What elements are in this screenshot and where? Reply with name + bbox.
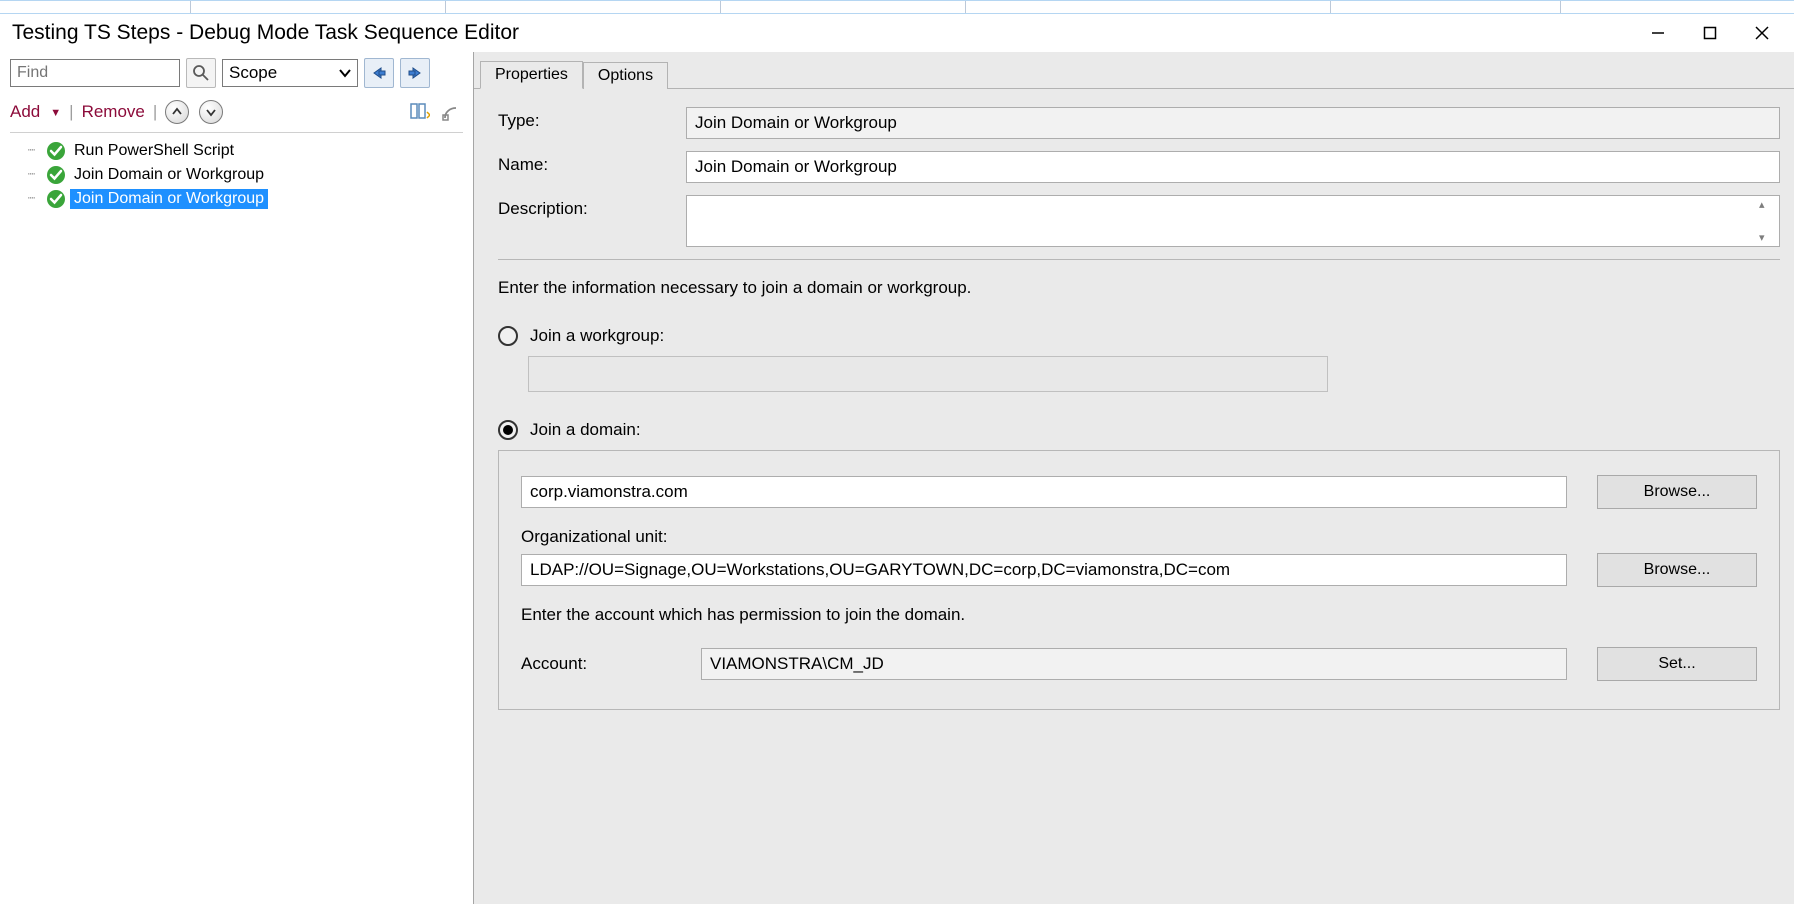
- add-menu[interactable]: Add: [10, 102, 40, 122]
- divider: [498, 259, 1780, 260]
- account-label: Account:: [521, 654, 671, 674]
- info-text: Enter the information necessary to join …: [498, 278, 1780, 298]
- title-bar: Testing TS Steps - Debug Mode Task Seque…: [0, 14, 1794, 52]
- tree-item[interactable]: ┈ Run PowerShell Script: [12, 139, 461, 163]
- chevron-down-icon: [205, 106, 217, 118]
- account-value: VIAMONSTRA\CM_JD: [701, 648, 1567, 680]
- join-domain-label: Join a domain:: [530, 420, 641, 440]
- column-config-icon[interactable]: [409, 101, 431, 123]
- window-title: Testing TS Steps - Debug Mode Task Seque…: [0, 21, 1632, 45]
- scrollbar-icon[interactable]: ▴▾: [1759, 198, 1777, 244]
- chevron-up-icon: [171, 106, 183, 118]
- move-down-button[interactable]: [199, 100, 223, 124]
- workgroup-input: [528, 356, 1328, 392]
- success-check-icon: [46, 165, 66, 185]
- remove-button[interactable]: Remove: [82, 102, 145, 122]
- upper-toolbar-peek: [0, 0, 1794, 14]
- tree-connector-icon: ┈: [18, 167, 46, 181]
- tab-properties[interactable]: Properties: [480, 61, 583, 89]
- browse-ou-button[interactable]: Browse...: [1597, 553, 1757, 587]
- radio-unchecked-icon: [498, 326, 518, 346]
- description-input[interactable]: ▴▾: [686, 195, 1780, 247]
- add-menu-caret-icon: ▼: [50, 107, 61, 119]
- success-check-icon: [46, 189, 66, 209]
- tree-item-label: Run PowerShell Script: [70, 141, 238, 161]
- set-account-button[interactable]: Set...: [1597, 647, 1757, 681]
- type-label: Type:: [498, 107, 686, 131]
- domain-name-input[interactable]: [521, 476, 1567, 508]
- tree-item-label: Join Domain or Workgroup: [70, 189, 268, 209]
- chevron-down-icon: [339, 67, 351, 79]
- maximize-button[interactable]: [1684, 17, 1736, 49]
- tree-item-label: Join Domain or Workgroup: [70, 165, 268, 185]
- account-info-text: Enter the account which has permission t…: [521, 605, 1757, 625]
- join-domain-radio[interactable]: Join a domain:: [498, 420, 1780, 440]
- type-value: Join Domain or Workgroup: [686, 107, 1780, 139]
- join-workgroup-radio[interactable]: Join a workgroup:: [498, 326, 1780, 346]
- tree-connector-icon: ┈: [18, 143, 46, 157]
- tree-connector-icon: ┈: [18, 191, 46, 205]
- tree-item[interactable]: ┈ Join Domain or Workgroup: [12, 163, 461, 187]
- domain-settings-group: Browse... Organizational unit: Browse...…: [498, 450, 1780, 710]
- join-workgroup-label: Join a workgroup:: [530, 326, 664, 346]
- task-sequence-tree[interactable]: ┈ Run PowerShell Script ┈ Join Domain or…: [10, 132, 463, 217]
- nav-next-button[interactable]: [400, 58, 430, 88]
- nav-prev-button[interactable]: [364, 58, 394, 88]
- ou-label: Organizational unit:: [521, 527, 1757, 547]
- move-up-button[interactable]: [165, 100, 189, 124]
- toolbar-tool-icon[interactable]: [441, 101, 463, 123]
- ou-input[interactable]: [521, 554, 1567, 586]
- minimize-button[interactable]: [1632, 17, 1684, 49]
- tab-options[interactable]: Options: [583, 62, 668, 89]
- find-input[interactable]: [10, 59, 180, 87]
- tree-item[interactable]: ┈ Join Domain or Workgroup: [12, 187, 461, 211]
- find-search-button[interactable]: [186, 58, 216, 88]
- scope-dropdown-label: Scope: [229, 63, 277, 83]
- name-label: Name:: [498, 151, 686, 175]
- arrow-right-icon: [406, 66, 424, 80]
- arrow-left-icon: [370, 66, 388, 80]
- scope-dropdown[interactable]: Scope: [222, 59, 358, 87]
- name-input[interactable]: [686, 151, 1780, 183]
- description-label: Description:: [498, 195, 686, 219]
- browse-domain-button[interactable]: Browse...: [1597, 475, 1757, 509]
- close-button[interactable]: [1736, 17, 1788, 49]
- radio-checked-icon: [498, 420, 518, 440]
- success-check-icon: [46, 141, 66, 161]
- search-icon: [192, 64, 210, 82]
